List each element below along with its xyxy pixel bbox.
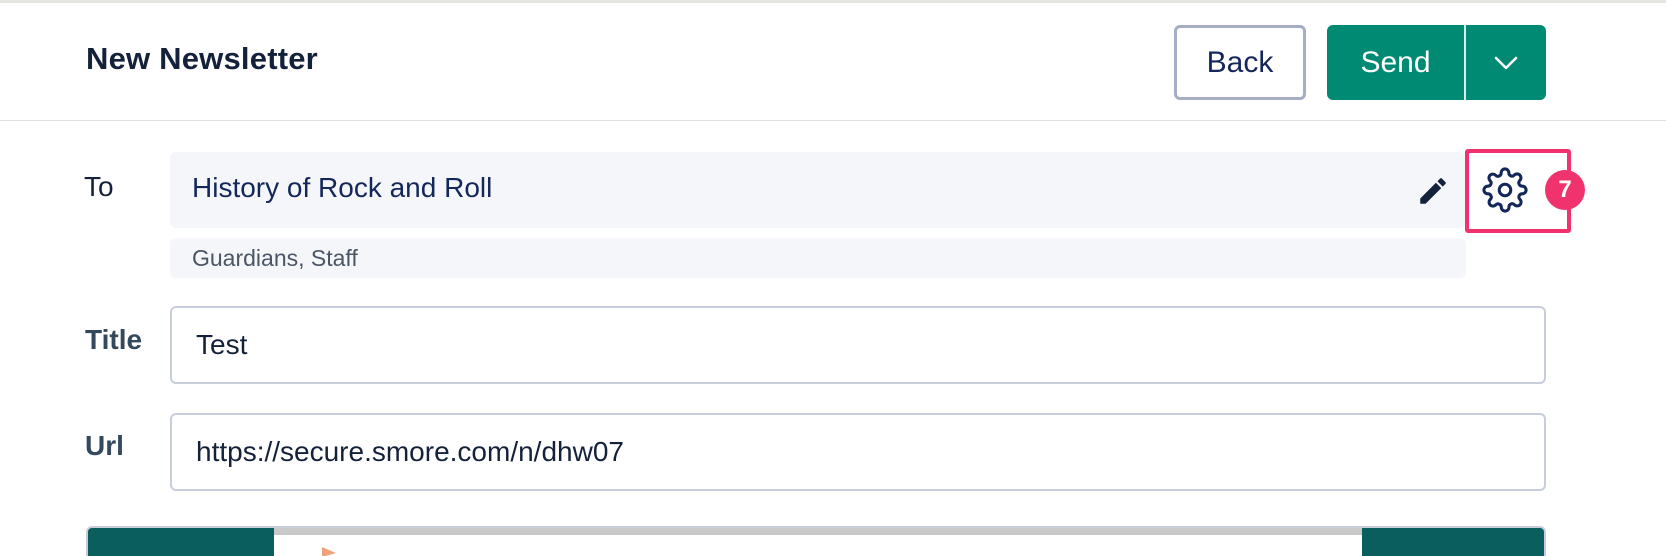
to-recipient-value: History of Rock and Roll bbox=[192, 172, 493, 203]
chevron-down-icon bbox=[1494, 56, 1518, 69]
url-label: Url bbox=[85, 430, 124, 461]
recipient-groups-value: Guardians, Staff bbox=[192, 245, 358, 271]
to-field[interactable]: History of Rock and Roll bbox=[170, 152, 1466, 228]
send-button-group: Send bbox=[1327, 25, 1546, 100]
page-title: New Newsletter bbox=[86, 41, 318, 76]
pencil-icon bbox=[1420, 178, 1446, 204]
recipient-settings-button[interactable] bbox=[1482, 167, 1528, 213]
page-header: New Newsletter Back Send bbox=[0, 3, 1666, 121]
back-button[interactable]: Back bbox=[1174, 25, 1306, 100]
edit-recipient-button[interactable] bbox=[1416, 174, 1450, 208]
to-label: To bbox=[84, 171, 114, 202]
title-label: Title bbox=[85, 324, 143, 355]
url-input[interactable] bbox=[170, 413, 1546, 491]
send-options-button[interactable] bbox=[1466, 25, 1546, 100]
gear-icon bbox=[1482, 167, 1528, 213]
annotation-badge: 7 bbox=[1545, 170, 1585, 210]
send-button[interactable]: Send bbox=[1327, 25, 1466, 100]
recipient-groups: Guardians, Staff bbox=[170, 238, 1466, 278]
title-input[interactable] bbox=[170, 306, 1546, 384]
